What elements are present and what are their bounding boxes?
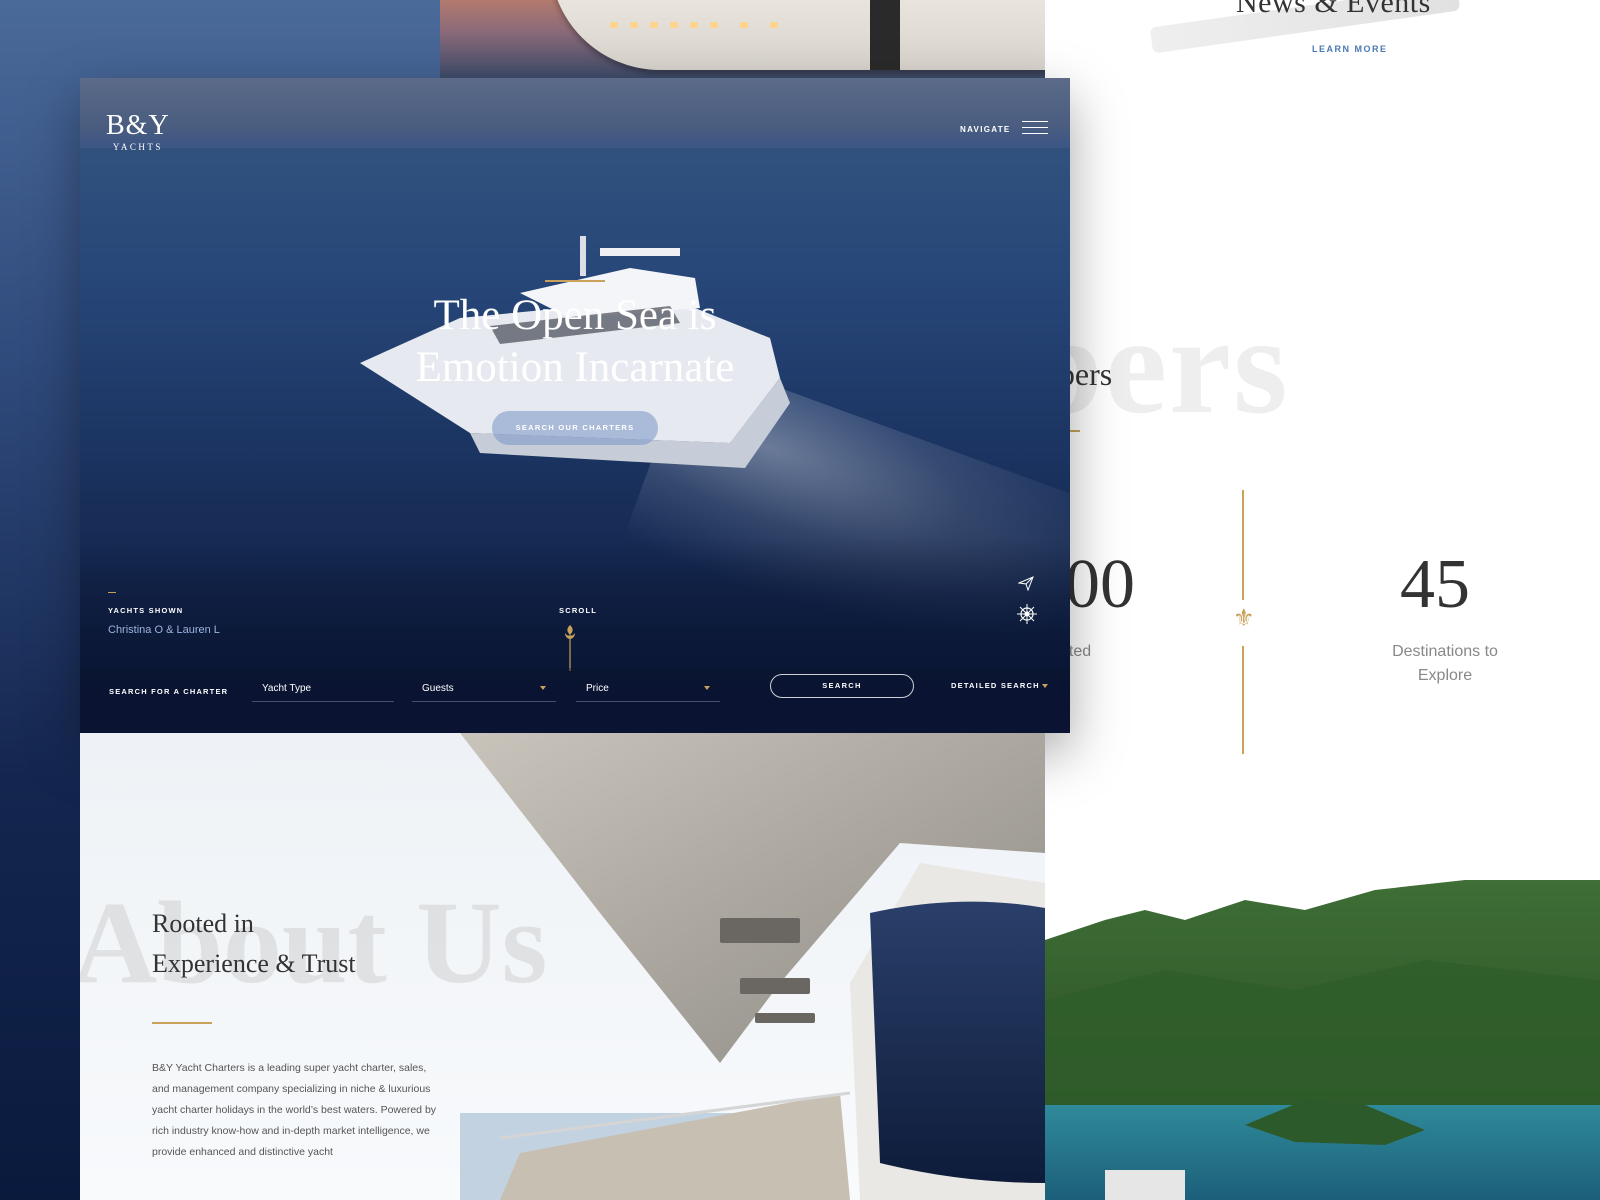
about-title-line: Experience & Trust (152, 949, 356, 978)
yachts-shown-label: YACHTS SHOWN (108, 606, 184, 615)
fleur-emblem-icon: ⚜ (1233, 604, 1255, 632)
price-select[interactable]: Price (576, 678, 720, 702)
hero-title-rule (545, 280, 605, 282)
chevron-down-icon (1042, 684, 1048, 688)
hero-title-line: The Open Sea is (433, 292, 717, 339)
stat-divider (1242, 646, 1244, 754)
scroll-emblem-icon[interactable] (563, 623, 577, 673)
menu-icon[interactable] (1022, 121, 1048, 135)
about-body-text: B&Y Yacht Charters is a leading super ya… (152, 1062, 437, 1158)
charter-search-bar (80, 668, 1070, 733)
detailed-search-toggle[interactable]: DETAILED SEARCH (951, 681, 1040, 690)
hero-title: The Open Sea is Emotion Incarnate (325, 290, 825, 394)
stat-value: 00 (1065, 546, 1135, 623)
stat-label-line: Explore (1417, 667, 1473, 684)
stat-label-line: Destinations to (1392, 643, 1498, 660)
ship-wheel-icon[interactable] (1016, 603, 1038, 625)
logo-mark: B&Y (106, 110, 170, 141)
stat-label: Destinations to Explore (1380, 640, 1510, 688)
search-charter-label: SEARCH FOR A CHARTER (109, 687, 229, 696)
navigate-label[interactable]: NAVIGATE (960, 125, 1011, 134)
stat-value: 45 (1400, 546, 1470, 623)
search-button[interactable]: SEARCH (770, 674, 914, 698)
hero-title-line: Emotion Incarnate (415, 344, 735, 391)
about-rule (152, 1022, 212, 1024)
hero-section: B&Y YACHTS NAVIGATE The Open Sea is Emot… (80, 78, 1070, 733)
yachts-shown-value: Christina O & Lauren L (108, 624, 220, 636)
price-value: Price (586, 683, 609, 694)
about-title-line: Rooted in (152, 909, 254, 938)
paper-plane-icon[interactable] (1018, 575, 1034, 591)
guests-value: Guests (422, 683, 454, 694)
hero-horizon (80, 78, 1070, 148)
learn-more-link[interactable]: LEARN MORE (1312, 44, 1388, 54)
yacht-type-select[interactable]: Yacht Type (252, 678, 394, 702)
top-yacht-photo (440, 0, 1045, 80)
guests-select[interactable]: Guests (412, 678, 556, 702)
shown-dash (108, 592, 116, 593)
about-section: About Us Rooted in Experience & Trust B&… (80, 733, 1045, 1200)
stat-divider (1242, 490, 1244, 600)
yacht-type-value: Yacht Type (262, 683, 312, 694)
chevron-down-icon (540, 686, 546, 690)
logo-subtitle: YACHTS (112, 142, 163, 152)
news-events-title: News & Events (1236, 0, 1431, 19)
chevron-down-icon (704, 686, 710, 690)
scroll-label: SCROLL (559, 606, 598, 615)
search-charters-button[interactable]: SEARCH OUR CHARTERS (492, 411, 658, 445)
brand-logo[interactable]: B&Y YACHTS (106, 110, 170, 153)
island-photo (1045, 880, 1600, 1200)
about-title: Rooted in Experience & Trust (152, 904, 356, 984)
